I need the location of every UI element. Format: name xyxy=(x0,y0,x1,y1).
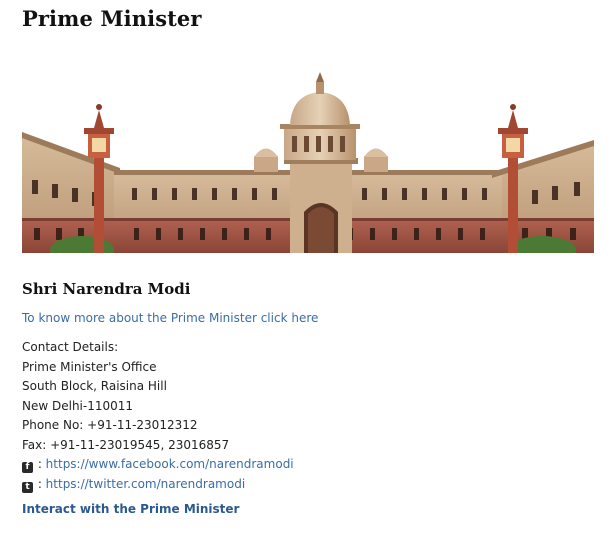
facebook-row: f : https://www.facebook.com/narendramod… xyxy=(22,455,294,475)
interact-link[interactable]: Interact with the Prime Minister xyxy=(22,502,239,516)
pm-name: Shri Narendra Modi xyxy=(22,280,191,298)
know-more-link[interactable]: To know more about the Prime Minister cl… xyxy=(22,311,318,325)
contact-fax: Fax: +91-11-23019545, 23016857 xyxy=(22,437,230,452)
facebook-link[interactable]: https://www.facebook.com/narendramodi xyxy=(46,457,294,471)
contact-office: Prime Minister's Office xyxy=(22,359,157,374)
facebook-icon: f xyxy=(22,462,33,473)
twitter-icon: t xyxy=(22,481,33,493)
twitter-separator: : xyxy=(34,476,46,491)
twitter-row: t : https://twitter.com/narendramodi xyxy=(22,475,294,495)
contact-address-line1: South Block, Raisina Hill xyxy=(22,379,167,393)
twitter-link[interactable]: https://twitter.com/narendramodi xyxy=(46,477,245,491)
page-title: Prime Minister xyxy=(22,6,202,31)
hero-image xyxy=(22,70,594,253)
contact-details: Contact Details: Prime Minister's Office… xyxy=(22,338,294,494)
facebook-separator: : xyxy=(34,457,46,471)
contact-phone: Phone No: +91-11-23012312 xyxy=(22,418,198,432)
contact-address-line2: New Delhi-110011 xyxy=(22,398,134,413)
contact-heading: Contact Details: xyxy=(22,340,119,354)
